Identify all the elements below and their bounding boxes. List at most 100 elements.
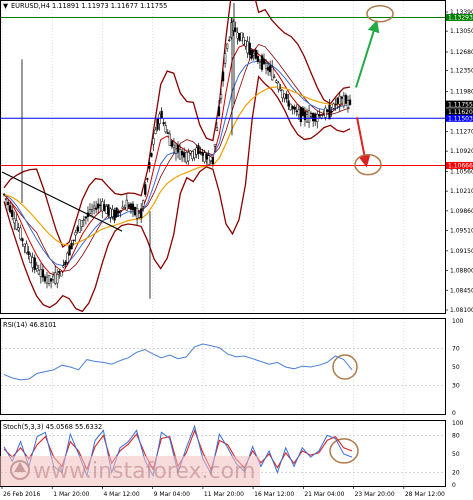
candle-body [162, 122, 165, 125]
candle-body [330, 111, 333, 113]
candle-body [301, 107, 305, 117]
candle-body [6, 201, 10, 205]
candle-body [70, 242, 73, 250]
time-tick-label: 1 Mar 20:00 [53, 491, 89, 498]
candle-body [211, 157, 214, 165]
stoch-tick-label: 20 [452, 470, 460, 477]
candle-body [97, 203, 100, 209]
candle-body [66, 252, 69, 263]
candle-body [342, 95, 346, 107]
candle-body [39, 269, 43, 277]
candle-body [277, 82, 280, 90]
candle-body [129, 203, 133, 210]
candle-body [154, 129, 157, 134]
candle-body [54, 272, 57, 284]
candle-body [11, 210, 14, 217]
candle-body [219, 94, 223, 99]
time-axis: 26 Feb 2016 1 Mar 20:00 4 Mar 12:00 9 Mar 0… [1, 486, 445, 498]
candle-body [246, 41, 249, 54]
candle-body [41, 269, 45, 278]
candle-body [266, 67, 270, 71]
candle-body [127, 204, 131, 208]
price-tick-label: 1.09510 [450, 228, 473, 235]
candle-body [187, 151, 190, 162]
candle-body [49, 278, 53, 282]
price-tick-label: 1.10920 [450, 148, 473, 155]
candle-body [309, 116, 313, 118]
candle-body [183, 152, 186, 158]
candle-body [174, 148, 178, 154]
rsi-tick-label: 70 [452, 346, 460, 353]
candle-body [107, 204, 110, 216]
candle-body [242, 37, 245, 45]
rsi-title: RSI(14) 46.8101 [3, 321, 57, 329]
candle-body [314, 113, 317, 122]
candle-body [17, 227, 20, 231]
candle-body [37, 270, 40, 275]
candle-body [215, 127, 219, 131]
price-tag-label: 1.11503 [448, 116, 473, 123]
rsi-tick-label: 0 [452, 410, 456, 417]
candle-body [156, 119, 159, 130]
candle-body [234, 27, 237, 32]
candle-body [170, 140, 174, 147]
candle-body [195, 147, 198, 155]
candle-body [92, 205, 96, 209]
rsi-axis: 100 70 50 30 0 [452, 318, 464, 417]
candle-body [264, 63, 268, 69]
candle-body [338, 95, 341, 105]
candle-body [131, 203, 135, 211]
price-tick-label: 1.08800 [450, 268, 473, 275]
candle-body [248, 42, 251, 56]
candle-body [140, 208, 143, 219]
time-tick-label: 9 Mar 04:00 [154, 491, 190, 498]
candle-body [146, 178, 149, 180]
candle-body [166, 132, 169, 134]
candle-body [334, 104, 337, 106]
candle-body [76, 226, 79, 232]
candle-body [13, 218, 16, 224]
candle-body [80, 220, 83, 227]
candle-body [125, 199, 128, 211]
candle-body [172, 144, 176, 149]
candle-body [105, 206, 108, 214]
candle-body [133, 207, 137, 216]
time-tick-label: 28 Mar 12:00 [405, 491, 445, 498]
candle-body [328, 104, 331, 120]
candle-body [84, 216, 88, 219]
price-tick-label: 1.11270 [450, 128, 473, 135]
candle-body [135, 207, 139, 219]
candle-body [111, 209, 114, 217]
candle-body [287, 100, 290, 107]
candle-body [311, 112, 315, 122]
time-tick-label: 23 Mar 20:00 [355, 491, 395, 498]
candle-body [320, 115, 323, 119]
candle-body [252, 53, 255, 56]
candle-body [25, 243, 28, 253]
stoch-tick-label: 50 [452, 451, 460, 458]
candle-body [180, 150, 184, 156]
candle-body [23, 243, 26, 247]
candle-body [178, 148, 182, 160]
candle-body [19, 227, 22, 240]
candle-body [90, 209, 94, 212]
candle-body [33, 257, 36, 270]
candle-body [318, 114, 321, 117]
candle-body [191, 151, 194, 160]
candle-body [285, 93, 288, 100]
time-tick-label: 21 Mar 04:00 [304, 491, 344, 498]
candle-body [164, 125, 167, 133]
candle-body [199, 152, 202, 154]
candle-body [213, 144, 217, 147]
candle-body [142, 200, 145, 207]
candle-body [203, 152, 206, 163]
candle-body [226, 43, 229, 49]
candle-body [137, 212, 141, 218]
price-tick-label: 1.12350 [450, 68, 473, 75]
candle-body [4, 198, 8, 201]
candle-body [82, 219, 85, 221]
candle-body [228, 39, 231, 42]
price-tick-label: 1.13050 [450, 28, 473, 35]
price-tick-label: 1.09860 [450, 208, 473, 215]
candle-body [221, 71, 225, 82]
